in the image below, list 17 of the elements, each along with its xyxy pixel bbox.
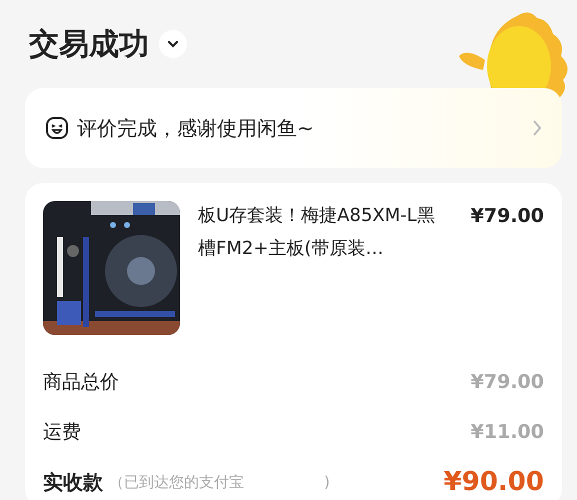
review-banner[interactable]: 评价完成，感谢使用闲鱼~ xyxy=(25,88,562,168)
item-price: ¥79.00 xyxy=(470,205,544,227)
total-value: ¥90.00 xyxy=(444,467,544,497)
page-title: 交易成功 xyxy=(29,26,149,64)
summary-label: 运费 xyxy=(43,420,81,445)
total-note: （已到达您的支付宝 xyxy=(109,472,244,492)
laughing-face-icon xyxy=(45,116,69,140)
total-label: 实收款 xyxy=(43,468,103,496)
chevron-down-icon xyxy=(167,40,179,48)
chevron-right-icon xyxy=(533,120,542,136)
total-note-end: ) xyxy=(324,473,330,491)
summary-value: ¥11.00 xyxy=(470,421,544,443)
item-title[interactable]: 板U存套装！梅捷A85XM-L黑槽FM2+主板(带原装… xyxy=(198,199,448,265)
summary-label: 商品总价 xyxy=(43,370,119,395)
expand-button[interactable] xyxy=(159,30,187,58)
review-message: 评价完成，感谢使用闲鱼~ xyxy=(77,114,315,142)
summary-value: ¥79.00 xyxy=(470,371,544,393)
